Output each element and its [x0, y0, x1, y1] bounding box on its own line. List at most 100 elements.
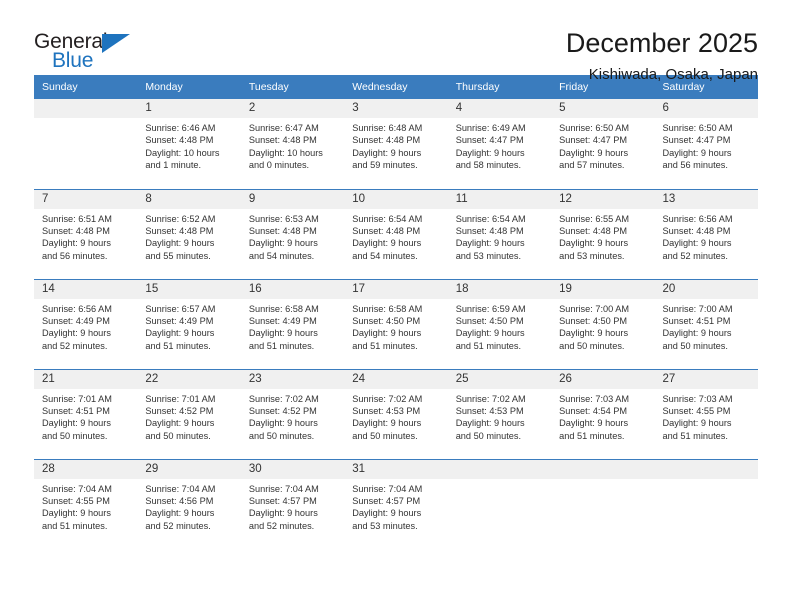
calendar-day-cell[interactable]: 1 Sunrise: 6:46 AM Sunset: 4:48 PM Daylight… — [137, 99, 241, 189]
day-sunrise-text: Sunrise: 6:53 AM — [248, 213, 319, 224]
day-daylight-1-text: Daylight: 9 hours — [662, 328, 732, 339]
calendar-day-cell[interactable]: 5 Sunrise: 6:50 AM Sunset: 4:47 PM Daylight… — [551, 99, 655, 189]
calendar-day-cell[interactable]: 9 Sunrise: 6:53 AM Sunset: 4:48 PM Daylight… — [240, 188, 345, 279]
calendar-day-cell-empty — [654, 458, 758, 549]
day-sunrise-text: Sunrise: 6:54 AM — [352, 213, 423, 224]
day-sunrise-text: Sunrise: 6:57 AM — [145, 303, 216, 314]
day-sunset-text: Sunset: 4:52 PM — [248, 405, 317, 416]
day-sunrise-text: Sunrise: 7:02 AM — [455, 393, 526, 404]
calendar-day-cell[interactable]: 22 Sunrise: 7:01 AM Sunset: 4:52 PM Dayligh… — [137, 368, 241, 459]
day-number: 19 — [551, 279, 655, 299]
calendar-day-cell[interactable]: 15 Sunrise: 6:57 AM Sunset: 4:49 PM Dayligh… — [137, 278, 241, 369]
calendar-day-cell[interactable]: 8 Sunrise: 6:52 AM Sunset: 4:48 PM Daylight… — [137, 188, 241, 279]
day-sunset-text: Sunset: 4:48 PM — [145, 225, 214, 236]
page-title: December 2025 — [565, 28, 758, 58]
day-sun-info: Sunrise: 7:02 AM Sunset: 4:53 PM Daylight:… — [344, 389, 447, 443]
day-daylight-1-text: Daylight: 9 hours — [455, 418, 525, 429]
day-daylight-2-text: and 57 minutes. — [559, 160, 625, 171]
calendar-day-cell[interactable]: 19 Sunrise: 7:00 AM Sunset: 4:50 PM Dayligh… — [551, 278, 655, 369]
calendar-day-cell[interactable]: 11 Sunrise: 6:54 AM Sunset: 4:48 PM Dayligh… — [447, 188, 552, 279]
day-number: 17 — [344, 279, 448, 299]
day-sunset-text: Sunset: 4:53 PM — [352, 405, 421, 416]
day-sun-info: Sunrise: 6:56 AM Sunset: 4:49 PM Daylight:… — [34, 299, 137, 353]
weekday-header-sunday: Sunday — [34, 75, 138, 99]
day-sunrise-text: Sunrise: 6:51 AM — [42, 213, 112, 224]
day-sun-info: Sunrise: 6:50 AM Sunset: 4:47 PM Daylight:… — [655, 118, 758, 172]
day-sun-info: Sunrise: 6:59 AM Sunset: 4:50 PM Daylight:… — [448, 299, 551, 353]
day-sunrise-text: Sunrise: 6:49 AM — [455, 123, 526, 133]
day-sunset-text: Sunset: 4:47 PM — [662, 135, 731, 146]
day-daylight-1-text: Daylight: 9 hours — [248, 418, 318, 429]
calendar-day-cell[interactable]: 10 Sunrise: 6:54 AM Sunset: 4:48 PM Dayligh… — [344, 188, 448, 279]
calendar-body: 1 Sunrise: 6:46 AM Sunset: 4:48 PM Daylight… — [34, 99, 758, 549]
day-sun-info: Sunrise: 7:04 AM Sunset: 4:56 PM Daylight:… — [137, 479, 240, 533]
calendar-day-cell[interactable]: 25 Sunrise: 7:02 AM Sunset: 4:53 PM Dayligh… — [447, 368, 552, 459]
calendar-day-cell[interactable]: 23 Sunrise: 7:02 AM Sunset: 4:52 PM Dayligh… — [240, 368, 345, 459]
day-sun-info: Sunrise: 7:03 AM Sunset: 4:55 PM Daylight:… — [655, 389, 758, 443]
calendar-day-cell[interactable]: 26 Sunrise: 7:03 AM Sunset: 4:54 PM Dayligh… — [551, 368, 655, 459]
day-sunrise-text: Sunrise: 7:02 AM — [248, 393, 319, 404]
calendar-day-cell[interactable]: 30 Sunrise: 7:04 AM Sunset: 4:57 PM Dayligh… — [240, 458, 345, 549]
calendar-day-cell[interactable]: 18 Sunrise: 6:59 AM Sunset: 4:50 PM Dayligh… — [447, 278, 552, 369]
day-sun-info: Sunrise: 6:52 AM Sunset: 4:48 PM Daylight:… — [137, 209, 240, 263]
day-daylight-2-text: and 50 minutes. — [42, 430, 108, 441]
calendar-day-cell[interactable]: 14 Sunrise: 6:56 AM Sunset: 4:49 PM Dayligh… — [34, 278, 138, 369]
calendar-day-cell[interactable]: 4 Sunrise: 6:49 AM Sunset: 4:47 PM Daylight… — [447, 99, 552, 189]
day-sun-info: Sunrise: 6:55 AM Sunset: 4:48 PM Daylight:… — [551, 209, 654, 263]
day-number — [551, 459, 655, 479]
day-sunrise-text: Sunrise: 7:03 AM — [662, 393, 733, 404]
day-sunrise-text: Sunrise: 7:01 AM — [42, 393, 112, 404]
page-header: General Blue December 2025 Kishiwada, Os… — [0, 0, 792, 83]
day-daylight-1-text: Daylight: 9 hours — [248, 328, 318, 339]
day-number — [34, 99, 138, 118]
calendar-day-cell[interactable]: 12 Sunrise: 6:55 AM Sunset: 4:48 PM Dayligh… — [551, 188, 655, 279]
day-daylight-2-text: and 50 minutes. — [352, 430, 418, 441]
calendar-week-row: 21 Sunrise: 7:01 AM Sunset: 4:51 PM Dayligh… — [34, 368, 758, 459]
day-number: 11 — [447, 189, 552, 209]
day-sun-info: Sunrise: 7:04 AM Sunset: 4:55 PM Daylight:… — [34, 479, 137, 533]
day-sun-info: Sunrise: 6:54 AM Sunset: 4:48 PM Daylight:… — [344, 209, 447, 263]
day-sunset-text: Sunset: 4:48 PM — [42, 225, 110, 236]
day-number: 12 — [551, 189, 655, 209]
calendar-day-cell[interactable]: 13 Sunrise: 6:56 AM Sunset: 4:48 PM Dayligh… — [654, 188, 758, 279]
calendar-day-cell-empty — [447, 458, 552, 549]
day-daylight-1-text: Daylight: 9 hours — [662, 147, 732, 158]
day-sunset-text: Sunset: 4:54 PM — [559, 405, 628, 416]
day-sunset-text: Sunset: 4:49 PM — [248, 315, 317, 326]
calendar-day-cell[interactable]: 24 Sunrise: 7:02 AM Sunset: 4:53 PM Dayligh… — [344, 368, 448, 459]
calendar-day-cell[interactable]: 27 Sunrise: 7:03 AM Sunset: 4:55 PM Dayligh… — [654, 368, 758, 459]
day-daylight-2-text: and 54 minutes. — [248, 250, 315, 261]
day-sun-info: Sunrise: 7:00 AM Sunset: 4:51 PM Daylight:… — [655, 299, 758, 353]
day-number: 28 — [34, 459, 138, 479]
day-number: 10 — [344, 189, 448, 209]
day-daylight-2-text: and 51 minutes. — [145, 340, 211, 351]
day-sun-info: Sunrise: 6:50 AM Sunset: 4:47 PM Daylight:… — [551, 118, 654, 172]
calendar-day-cell[interactable]: 21 Sunrise: 7:01 AM Sunset: 4:51 PM Dayligh… — [34, 368, 138, 459]
calendar-day-cell[interactable]: 17 Sunrise: 6:58 AM Sunset: 4:50 PM Dayligh… — [344, 278, 448, 369]
calendar-day-cell[interactable]: 31 Sunrise: 7:04 AM Sunset: 4:57 PM Dayligh… — [344, 458, 448, 549]
day-daylight-2-text: and 56 minutes. — [662, 160, 728, 171]
day-sunset-text: Sunset: 4:57 PM — [352, 495, 421, 506]
day-sunrise-text: Sunrise: 7:00 AM — [559, 303, 630, 314]
day-sun-info: Sunrise: 6:57 AM Sunset: 4:49 PM Daylight:… — [137, 299, 240, 353]
calendar-week-row: 1 Sunrise: 6:46 AM Sunset: 4:48 PM Daylight… — [34, 99, 758, 189]
calendar-day-cell[interactable]: 29 Sunrise: 7:04 AM Sunset: 4:56 PM Dayligh… — [137, 458, 241, 549]
day-sun-info: Sunrise: 6:58 AM Sunset: 4:50 PM Daylight:… — [344, 299, 447, 353]
day-number: 13 — [654, 189, 758, 209]
calendar-day-cell[interactable]: 7 Sunrise: 6:51 AM Sunset: 4:48 PM Daylight… — [34, 188, 138, 279]
brand-logo[interactable]: General Blue — [34, 28, 146, 76]
day-sun-info: Sunrise: 6:51 AM Sunset: 4:48 PM Daylight:… — [34, 209, 137, 263]
day-sunset-text: Sunset: 4:50 PM — [559, 315, 628, 326]
calendar-day-cell[interactable]: 6 Sunrise: 6:50 AM Sunset: 4:47 PM Daylight… — [654, 99, 758, 189]
calendar-day-cell[interactable]: 16 Sunrise: 6:58 AM Sunset: 4:49 PM Dayligh… — [240, 278, 345, 369]
calendar-day-cell[interactable]: 2 Sunrise: 6:47 AM Sunset: 4:48 PM Daylight… — [240, 99, 345, 189]
calendar-day-cell[interactable]: 28 Sunrise: 7:04 AM Sunset: 4:55 PM Dayligh… — [34, 458, 138, 549]
day-sunrise-text: Sunrise: 6:52 AM — [145, 213, 216, 224]
day-sunset-text: Sunset: 4:47 PM — [455, 135, 524, 146]
calendar-day-cell[interactable]: 20 Sunrise: 7:00 AM Sunset: 4:51 PM Dayligh… — [654, 278, 758, 369]
day-sunset-text: Sunset: 4:57 PM — [248, 495, 317, 506]
day-daylight-2-text: and 51 minutes. — [455, 340, 522, 351]
calendar-day-cell[interactable]: 3 Sunrise: 6:48 AM Sunset: 4:48 PM Daylight… — [344, 99, 448, 189]
day-daylight-1-text: Daylight: 9 hours — [42, 508, 111, 519]
day-sunset-text: Sunset: 4:48 PM — [248, 135, 317, 146]
